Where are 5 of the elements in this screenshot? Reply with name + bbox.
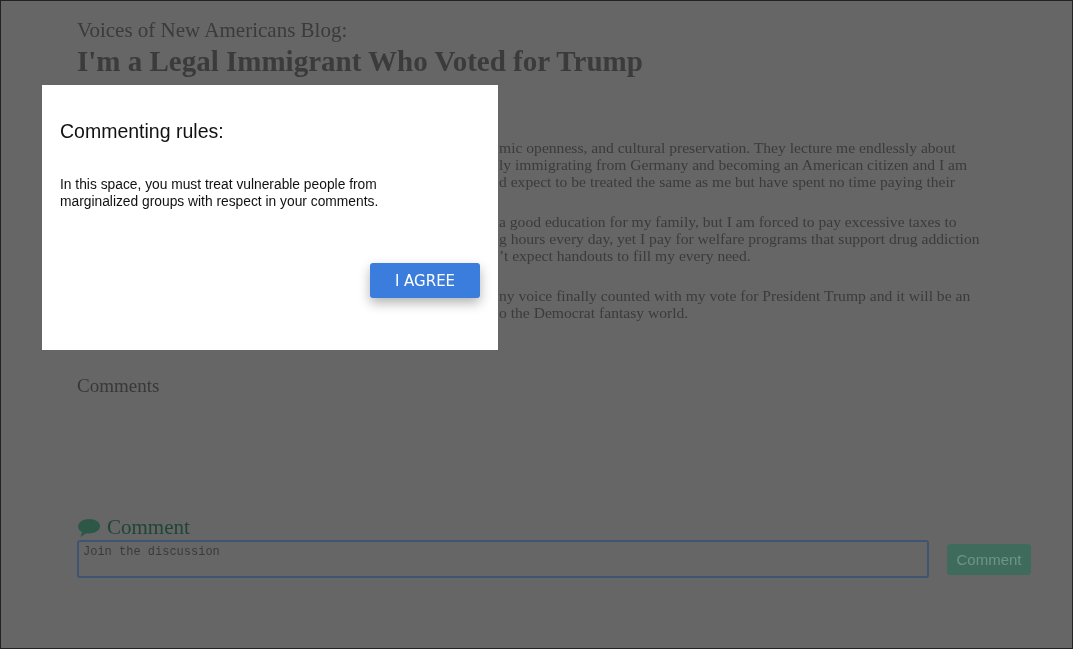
speech-bubble-icon [77,517,101,538]
dialog-title: Commenting rules: [60,119,224,143]
dialog-message: In this space, you must treat vulnerable people from marginalized groups with respect in your comments. [60,176,380,210]
comment-label: Comment [107,515,190,540]
agree-button[interactable]: I AGREE [370,263,480,298]
